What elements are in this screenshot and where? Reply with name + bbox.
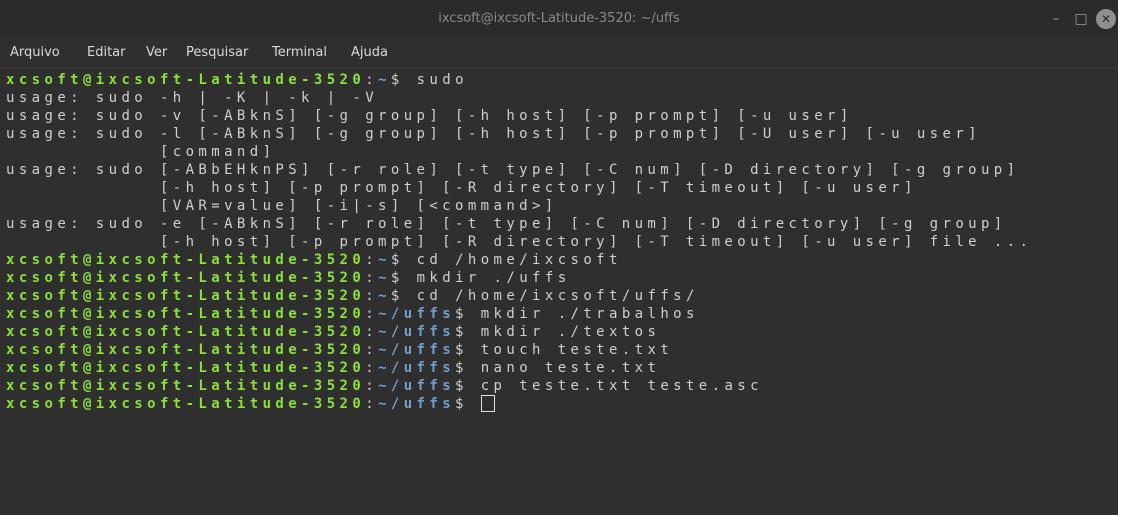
prompt-path: ~/uffs [378,360,456,376]
output-text: usage: sudo -l [-ABknS] [-g group] [-h h… [6,126,981,142]
prompt-path: ~/uffs [378,324,456,340]
output-text: [VAR=value] [-i|-s] [<command>] [6,198,558,214]
close-icon[interactable]: ✕ [1096,9,1116,29]
prompt-colon: : [365,360,379,376]
output-line: usage: sudo [-ABbEHknPS] [-r role] [-t t… [6,161,1032,179]
menu-terminal[interactable]: Terminal [272,38,327,68]
prompt-line: xcsoft@ixcsoft-Latitude-3520:~$ sudo [6,71,1032,89]
menu-arquivo[interactable]: Arquivo [10,38,60,68]
prompt-user-host: xcsoft@ixcsoft-Latitude-3520 [6,360,366,376]
prompt-path: ~ [378,72,391,88]
prompt-path: ~/uffs [378,342,456,358]
prompt-user-host: xcsoft@ixcsoft-Latitude-3520 [6,252,366,268]
prompt-user-host: xcsoft@ixcsoft-Latitude-3520 [6,72,366,88]
prompt-colon: : [365,288,379,304]
command-text: mkdir ./textos [480,324,661,340]
prompt-path: ~ [378,270,391,286]
prompt-dollar: $ [455,324,481,340]
prompt-colon: : [365,378,379,394]
prompt-user-host: xcsoft@ixcsoft-Latitude-3520 [6,270,366,286]
title-bar[interactable]: ixcsoft@ixcsoft-Latitude-3520: ~/uffs – … [0,0,1118,38]
menu-ajuda[interactable]: Ajuda [351,38,388,68]
prompt-colon: : [365,342,379,358]
prompt-colon: : [365,270,379,286]
prompt-path: ~ [378,288,391,304]
terminal-window: ixcsoft@ixcsoft-Latitude-3520: ~/uffs – … [0,0,1118,515]
output-text: usage: sudo -h | -K | -k | -V [6,90,379,106]
output-text: usage: sudo [-ABbEHknPS] [-r role] [-t t… [6,162,1020,178]
prompt-path: ~/uffs [378,378,456,394]
prompt-dollar: $ [455,378,481,394]
prompt-user-host: xcsoft@ixcsoft-Latitude-3520 [6,306,366,322]
menu-bar: Arquivo Editar Ver Pesquisar Terminal Aj… [0,38,1118,69]
prompt-line: xcsoft@ixcsoft-Latitude-3520:~/uffs$ tou… [6,341,1032,359]
menu-pesquisar[interactable]: Pesquisar [186,38,248,68]
output-line: usage: sudo -l [-ABknS] [-g group] [-h h… [6,125,1032,143]
prompt-user-host: xcsoft@ixcsoft-Latitude-3520 [6,342,366,358]
command-text: mkdir ./trabalhos [480,306,699,322]
prompt-line: xcsoft@ixcsoft-Latitude-3520:~$ mkdir ./… [6,269,1032,287]
prompt-path: ~ [378,252,391,268]
command-text: cd /home/ixcsoft/uffs/ [416,288,699,304]
menu-ver[interactable]: Ver [146,38,167,68]
terminal-output[interactable]: xcsoft@ixcsoft-Latitude-3520:~$ sudo usag… [0,69,1118,515]
prompt-user-host: xcsoft@ixcsoft-Latitude-3520 [6,324,366,340]
minimize-icon[interactable]: – [1046,9,1066,29]
prompt-user-host: xcsoft@ixcsoft-Latitude-3520 [6,378,366,394]
window-title: ixcsoft@ixcsoft-Latitude-3520: ~/uffs [438,11,680,26]
prompt-line: xcsoft@ixcsoft-Latitude-3520:~/uffs$ [6,395,1032,413]
prompt-dollar: $ [455,396,481,412]
output-line: [VAR=value] [-i|-s] [<command>] [6,197,1032,215]
prompt-line: xcsoft@ixcsoft-Latitude-3520:~$ cd /home… [6,251,1032,269]
prompt-dollar: $ [455,306,481,322]
prompt-line: xcsoft@ixcsoft-Latitude-3520:~/uffs$ mkd… [6,305,1032,323]
prompt-line: xcsoft@ixcsoft-Latitude-3520:~/uffs$ mkd… [6,323,1032,341]
command-text: nano teste.txt [480,360,661,376]
output-line: [-h host] [-p prompt] [-R directory] [-T… [6,179,1032,197]
command-text: mkdir ./uffs [416,270,571,286]
output-text: [-h host] [-p prompt] [-R directory] [-T… [6,180,917,196]
output-line: [command] [6,143,1032,161]
terminal-text: xcsoft@ixcsoft-Latitude-3520:~$ sudo usag… [6,71,1032,413]
prompt-colon: : [365,324,379,340]
output-line: usage: sudo -v [-ABknS] [-g group] [-h h… [6,107,1032,125]
command-text: cd /home/ixcsoft [416,252,622,268]
prompt-user-host: xcsoft@ixcsoft-Latitude-3520 [6,288,366,304]
command-text: cp teste.txt teste.asc [480,378,763,394]
prompt-colon: : [365,306,379,322]
prompt-colon: : [365,252,379,268]
maximize-icon[interactable]: □ [1071,9,1091,29]
output-text: [command] [6,144,276,160]
prompt-line: xcsoft@ixcsoft-Latitude-3520:~/uffs$ nan… [6,359,1032,377]
output-line: usage: sudo -h | -K | -k | -V [6,89,1032,107]
command-text: touch teste.txt [480,342,674,358]
menu-editar[interactable]: Editar [87,38,126,68]
prompt-path: ~/uffs [378,396,456,412]
output-line: usage: sudo -e [-ABknS] [-r role] [-t ty… [6,215,1032,233]
prompt-colon: : [365,72,379,88]
prompt-line: xcsoft@ixcsoft-Latitude-3520:~/uffs$ cp … [6,377,1032,395]
prompt-path: ~/uffs [378,306,456,322]
prompt-dollar: $ [455,360,481,376]
prompt-dollar: $ [455,342,481,358]
prompt-user-host: xcsoft@ixcsoft-Latitude-3520 [6,396,366,412]
prompt-dollar: $ [390,288,417,304]
command-text: sudo [416,72,468,88]
prompt-dollar: $ [390,270,417,286]
output-text: usage: sudo -e [-ABknS] [-r role] [-t ty… [6,216,1007,232]
output-line: [-h host] [-p prompt] [-R directory] [-T… [6,233,1032,251]
output-text: [-h host] [-p prompt] [-R directory] [-T… [6,234,1033,250]
prompt-colon: : [365,396,379,412]
prompt-line: xcsoft@ixcsoft-Latitude-3520:~$ cd /home… [6,287,1032,305]
terminal-cursor [480,395,495,412]
prompt-dollar: $ [390,72,417,88]
prompt-dollar: $ [390,252,417,268]
output-text: usage: sudo -v [-ABknS] [-g group] [-h h… [6,108,853,124]
